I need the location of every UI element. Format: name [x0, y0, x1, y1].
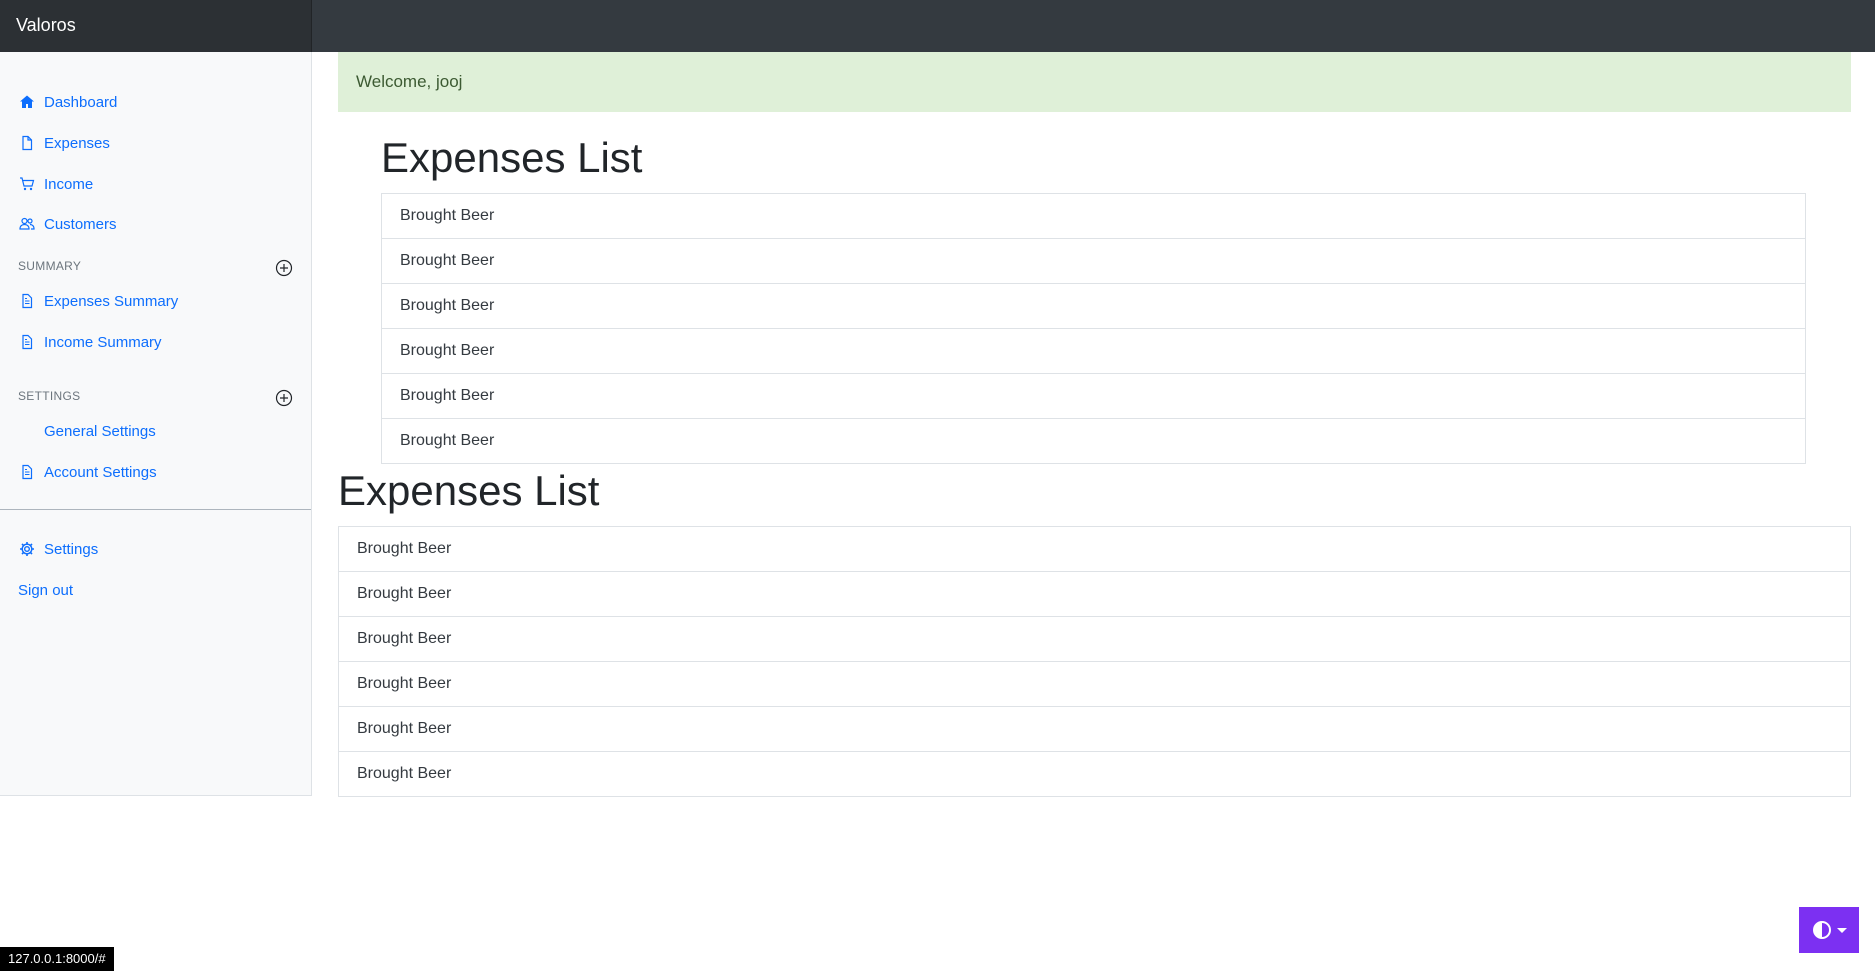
- sidebar-item-label: Settings: [44, 540, 99, 558]
- theme-toggle-button[interactable]: [1799, 907, 1859, 953]
- gear-icon: [18, 540, 36, 558]
- sidebar-item-label: Income Summary: [44, 333, 162, 351]
- add-settings-icon[interactable]: [275, 389, 293, 407]
- file-text-icon: [18, 463, 36, 481]
- list-item[interactable]: Brought Beer: [339, 616, 1850, 661]
- sidebar-item-label: Expenses Summary: [44, 292, 179, 310]
- list-item[interactable]: Brought Beer: [382, 283, 1805, 328]
- sidebar-item-label: Dashboard: [44, 93, 118, 111]
- summary-heading: SUMMARY: [18, 259, 82, 273]
- sidebar-item-income-summary[interactable]: Income Summary: [18, 330, 162, 354]
- sidebar-item-expenses[interactable]: Expenses: [18, 131, 110, 155]
- contrast-icon: [1812, 921, 1831, 939]
- add-summary-icon[interactable]: [275, 259, 293, 277]
- expenses-list: Brought Beer Brought Beer Brought Beer B…: [338, 526, 1851, 797]
- expenses-list: Brought Beer Brought Beer Brought Beer B…: [381, 193, 1806, 464]
- file-text-icon: [18, 333, 36, 351]
- sidebar-item-label: Expenses: [44, 134, 110, 152]
- sidebar-item-account-settings[interactable]: Account Settings: [18, 460, 157, 484]
- list-item[interactable]: Brought Beer: [339, 661, 1850, 706]
- page-title: Expenses List: [338, 467, 600, 514]
- list-item[interactable]: Brought Beer: [339, 527, 1850, 571]
- sidebar-item-label: General Settings: [44, 422, 156, 440]
- welcome-alert: Welcome, jooj: [338, 52, 1851, 112]
- file-icon: [18, 134, 36, 152]
- file-text-icon: [18, 292, 36, 310]
- sidebar-item-label: Account Settings: [44, 463, 157, 481]
- sign-out-link[interactable]: Sign out: [18, 578, 73, 602]
- list-item[interactable]: Brought Beer: [382, 328, 1805, 373]
- sidebar-item-income[interactable]: Income: [18, 172, 93, 196]
- sidebar-item-label: Income: [44, 175, 94, 193]
- cart-icon: [18, 175, 36, 193]
- brand-link[interactable]: Valoros: [0, 0, 312, 52]
- page-title: Expenses List: [381, 134, 643, 181]
- status-url: 127.0.0.1:8000/#: [0, 947, 114, 971]
- sidebar-item-general-settings[interactable]: General Settings: [18, 419, 156, 443]
- list-item[interactable]: Brought Beer: [382, 194, 1805, 238]
- top-navbar: Valoros: [0, 0, 1875, 52]
- list-item[interactable]: Brought Beer: [339, 706, 1850, 751]
- sidebar-item-customers[interactable]: Customers: [18, 212, 117, 236]
- list-item[interactable]: Brought Beer: [382, 418, 1805, 463]
- sidebar-item-dashboard[interactable]: Dashboard: [18, 90, 117, 114]
- users-icon: [18, 215, 36, 233]
- chevron-down-icon: [1836, 927, 1847, 933]
- home-icon: [18, 93, 36, 111]
- sidebar-item-settings[interactable]: Settings: [18, 537, 98, 561]
- sidebar-divider: [0, 509, 311, 510]
- sidebar-item-label: Sign out: [18, 581, 74, 599]
- sidebar-item-expenses-summary[interactable]: Expenses Summary: [18, 289, 178, 313]
- list-item[interactable]: Brought Beer: [382, 238, 1805, 283]
- settings-heading: SETTINGS: [18, 389, 81, 403]
- sidebar-item-label: Customers: [44, 215, 117, 233]
- list-item[interactable]: Brought Beer: [382, 373, 1805, 418]
- sidebar: Dashboard Expenses Income Customers SUMM…: [0, 52, 312, 796]
- list-item[interactable]: Brought Beer: [339, 751, 1850, 796]
- list-item[interactable]: Brought Beer: [339, 571, 1850, 616]
